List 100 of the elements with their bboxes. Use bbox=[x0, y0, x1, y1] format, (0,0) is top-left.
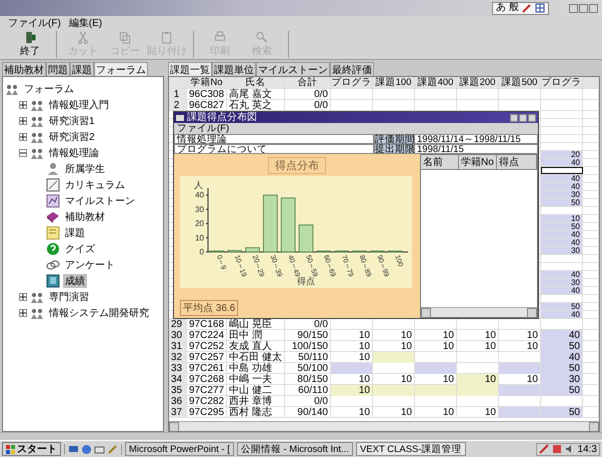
tree-item[interactable]: カリキュラム bbox=[63, 178, 127, 192]
start-button[interactable]: スタート bbox=[2, 442, 61, 456]
minimize-button[interactable] bbox=[569, 4, 578, 12]
tab[interactable]: 最終評価 bbox=[330, 62, 374, 76]
scrollbar[interactable] bbox=[169, 421, 599, 431]
tree-item[interactable]: 成績 bbox=[63, 274, 87, 288]
table-cell: 田中 潤 bbox=[227, 330, 285, 341]
table-cell: 50 bbox=[541, 199, 583, 206]
expander-icon[interactable] bbox=[19, 101, 27, 109]
tree-item[interactable]: アンケート bbox=[63, 258, 117, 272]
table-cell: 90/150 bbox=[285, 330, 331, 341]
globe-icon[interactable] bbox=[81, 444, 92, 454]
column-header[interactable]: プログラ bbox=[541, 77, 583, 88]
field-label: 評価期間 bbox=[374, 134, 414, 144]
tree-item[interactable]: マイルストーン bbox=[63, 194, 137, 208]
people-icon bbox=[30, 114, 44, 128]
ime-mode[interactable]: 般 bbox=[509, 2, 519, 14]
people-icon bbox=[30, 306, 44, 320]
tab[interactable]: マイルストーン bbox=[256, 62, 330, 76]
expander-icon[interactable] bbox=[19, 309, 27, 317]
grid-icon[interactable] bbox=[535, 3, 545, 13]
expander-icon[interactable] bbox=[19, 133, 27, 141]
maximize-button[interactable] bbox=[579, 4, 588, 12]
row-number: 1 bbox=[169, 89, 187, 100]
column-header[interactable]: プログラ bbox=[331, 77, 373, 88]
tab[interactable]: 問題 bbox=[46, 62, 70, 76]
desktop-icon[interactable] bbox=[68, 444, 79, 454]
menu-item[interactable]: ファイル(F) bbox=[177, 123, 230, 134]
table-cell: 40 bbox=[541, 271, 583, 278]
envelope-icon[interactable] bbox=[94, 444, 105, 454]
table-cell: 50 bbox=[541, 223, 583, 230]
taskbar-button[interactable]: VEXT CLASS-課題管理 bbox=[356, 442, 466, 456]
table-cell: 中島 功雄 bbox=[227, 363, 285, 374]
maximize-button[interactable] bbox=[519, 114, 527, 122]
menu-item[interactable]: ファイル(F) bbox=[8, 16, 61, 30]
pen-icon[interactable] bbox=[522, 3, 532, 13]
column-header[interactable]: 課題400 bbox=[415, 77, 457, 88]
table-cell: 40 bbox=[541, 231, 583, 238]
column-header[interactable]: 得点 bbox=[497, 155, 537, 170]
column-header[interactable]: 名前 bbox=[421, 155, 459, 170]
tree-item[interactable]: 専門演習 bbox=[47, 290, 91, 304]
table-cell: 中山 健二 bbox=[227, 385, 285, 396]
tree-item[interactable]: 研究演習2 bbox=[47, 130, 97, 144]
people-icon bbox=[30, 130, 44, 144]
table-cell: 友成 直人 bbox=[227, 341, 285, 352]
tree-item[interactable]: 所属学生 bbox=[63, 162, 107, 176]
tree-item[interactable]: 補助教材 bbox=[63, 210, 107, 224]
tray-icon[interactable] bbox=[552, 444, 562, 454]
table-cell: 90/140 bbox=[285, 407, 331, 418]
table-cell: 80/150 bbox=[285, 374, 331, 385]
close-button[interactable] bbox=[589, 4, 598, 12]
tree-item[interactable]: 情報処理入門 bbox=[47, 98, 111, 112]
table-cell: 100/150 bbox=[285, 341, 331, 352]
expander-icon[interactable] bbox=[19, 117, 27, 125]
expander-icon[interactable] bbox=[19, 149, 27, 157]
expander-icon[interactable] bbox=[19, 293, 27, 301]
row-number: 2 bbox=[169, 100, 187, 111]
ime-mode[interactable]: あ bbox=[496, 2, 506, 14]
window-icon bbox=[176, 114, 184, 122]
tree-item[interactable]: フォーラム bbox=[22, 82, 76, 96]
row-number: 36 bbox=[169, 396, 187, 407]
tab[interactable]: 課題 bbox=[70, 62, 94, 76]
tab[interactable]: フォーラム bbox=[94, 62, 148, 76]
table-cell: 50 bbox=[541, 363, 583, 374]
column-header[interactable]: 課題500 bbox=[499, 77, 541, 88]
table-cell: 30 bbox=[541, 247, 583, 254]
column-header[interactable]: 課題100 bbox=[373, 77, 415, 88]
tree-item[interactable]: クイズ bbox=[63, 242, 97, 256]
menu-item[interactable]: 編集(E) bbox=[68, 16, 102, 30]
minimize-button[interactable] bbox=[510, 114, 518, 122]
taskbar-button[interactable]: Microsoft PowerPoint - [ bbox=[125, 442, 234, 456]
tab[interactable]: 課題一覧 bbox=[168, 62, 212, 76]
close-button[interactable] bbox=[528, 114, 536, 122]
table-cell: 10 bbox=[331, 330, 373, 341]
bar bbox=[227, 250, 242, 252]
table-cell: 96C308 bbox=[187, 89, 227, 100]
column-header[interactable]: 学籍No bbox=[459, 155, 497, 170]
window-title: 課題得点分布図 bbox=[187, 112, 257, 123]
column-header[interactable]: 課題200 bbox=[457, 77, 499, 88]
pencil-icon[interactable] bbox=[107, 444, 118, 454]
tab[interactable]: 課題単位 bbox=[212, 62, 256, 76]
grades-icon bbox=[46, 274, 60, 288]
tray-icon[interactable] bbox=[538, 444, 549, 454]
tree-item[interactable]: 情報処理論 bbox=[47, 146, 101, 160]
row-number: 30 bbox=[169, 330, 187, 341]
table-cell: 97C268 bbox=[187, 374, 227, 385]
clock: 14:3 bbox=[578, 444, 597, 454]
table-cell: 97C277 bbox=[187, 385, 227, 396]
toolbar-button[interactable]: 終了 bbox=[10, 31, 50, 58]
date-field: 1998/11/14～1998/11/15 bbox=[414, 134, 538, 144]
table-cell: 50 bbox=[541, 341, 583, 352]
scrollbar[interactable] bbox=[421, 307, 537, 317]
tab[interactable]: 補助教材 bbox=[2, 62, 46, 76]
tree-item[interactable]: 情報システム開発研究 bbox=[47, 306, 151, 320]
table-cell: 10 bbox=[331, 407, 373, 418]
tree-item[interactable]: 研究演習1 bbox=[47, 114, 97, 128]
taskbar-button[interactable]: 公開情報 - Microsoft Int... bbox=[236, 442, 353, 456]
tree-item[interactable]: 課題 bbox=[63, 226, 87, 240]
table-cell: 30 bbox=[541, 374, 583, 385]
table-cell: 40 bbox=[541, 352, 583, 363]
